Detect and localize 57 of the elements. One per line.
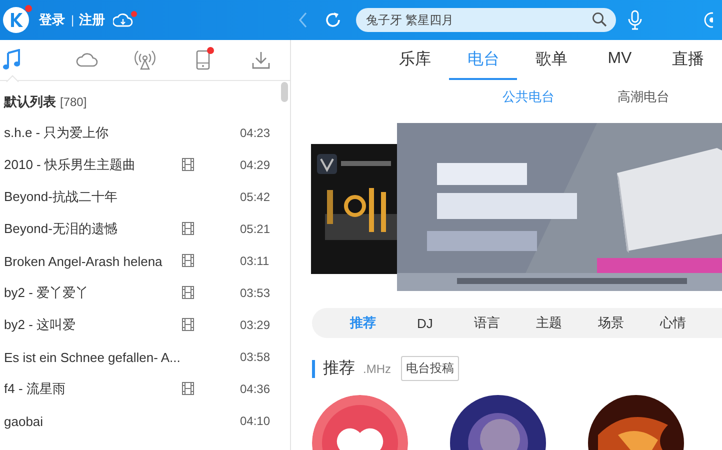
search-field[interactable]: 兔子牙 繁星四月 bbox=[356, 8, 616, 32]
song-title[interactable]: gaobai bbox=[4, 414, 182, 428]
refresh-icon[interactable] bbox=[324, 11, 342, 29]
song-title[interactable]: Broken Angel-Arash helena bbox=[4, 254, 182, 268]
song-duration: 03:11 bbox=[240, 254, 270, 268]
song-title[interactable]: Es ist ein Schnee gefallen- A... bbox=[4, 350, 182, 364]
song-duration: 05:42 bbox=[240, 190, 270, 204]
song-title[interactable]: Beyond-无泪的遗憾 bbox=[4, 220, 182, 238]
film-icon[interactable] bbox=[182, 382, 194, 395]
song-duration: 03:29 bbox=[240, 318, 270, 332]
submit-button[interactable]: 电台投稿 bbox=[401, 356, 459, 381]
music-note-icon bbox=[2, 49, 22, 71]
separator: | bbox=[71, 13, 74, 27]
playlist-title: 默认列表 bbox=[4, 93, 56, 111]
category-tab[interactable]: 心情 bbox=[642, 314, 704, 332]
song-count: [780] bbox=[60, 95, 87, 109]
song-duration: 03:53 bbox=[240, 286, 270, 300]
nav-tab[interactable]: 直播 bbox=[654, 40, 722, 80]
download-icon bbox=[251, 50, 271, 70]
sub-tab[interactable]: 高潮电台 bbox=[586, 88, 701, 106]
cloud-icon bbox=[76, 53, 98, 67]
nav-tab[interactable]: 歌单 bbox=[517, 40, 586, 80]
song-duration: 04:29 bbox=[240, 158, 270, 172]
song-duration: 04:10 bbox=[240, 414, 270, 428]
song-duration: 05:21 bbox=[240, 222, 270, 236]
section-subtitle: .MHz bbox=[363, 362, 391, 376]
nav-tab[interactable]: 乐库 bbox=[381, 40, 450, 80]
section-title: 推荐 bbox=[323, 358, 355, 379]
logo-icon[interactable] bbox=[3, 7, 29, 33]
record-icon[interactable] bbox=[704, 12, 714, 28]
search-icon[interactable] bbox=[592, 12, 608, 27]
song-title[interactable]: f4 - 流星雨 bbox=[4, 380, 182, 398]
category-tab[interactable]: 主题 bbox=[518, 314, 580, 332]
film-icon[interactable] bbox=[182, 286, 194, 299]
song-title[interactable]: s.h.e - 只为爱上你 bbox=[4, 124, 182, 142]
song-duration: 04:36 bbox=[240, 382, 270, 396]
song-duration: 04:23 bbox=[240, 126, 270, 140]
song-title[interactable]: Beyond-抗战二十年 bbox=[4, 188, 182, 206]
login-link[interactable]: 登录 bbox=[39, 11, 65, 29]
film-icon[interactable] bbox=[182, 158, 194, 171]
song-duration: 03:58 bbox=[240, 350, 270, 364]
category-tab[interactable]: DJ bbox=[394, 316, 456, 330]
radio-tower-icon bbox=[134, 50, 156, 70]
register-link[interactable]: 注册 bbox=[79, 11, 106, 29]
film-icon[interactable] bbox=[182, 222, 194, 235]
cloud-sync-icon[interactable] bbox=[113, 13, 134, 27]
film-icon[interactable] bbox=[182, 318, 194, 331]
song-title[interactable]: by2 - 爱丫爱丫 bbox=[4, 284, 182, 302]
category-tab[interactable]: 语言 bbox=[456, 314, 518, 332]
film-icon[interactable] bbox=[182, 254, 194, 267]
phone-icon bbox=[196, 50, 210, 70]
song-title[interactable]: 2010 - 快乐男生主题曲 bbox=[4, 156, 182, 174]
nav-tab[interactable]: MV bbox=[586, 40, 654, 80]
scrollbar[interactable] bbox=[281, 82, 288, 102]
category-tab[interactable]: 场景 bbox=[580, 314, 642, 332]
song-title[interactable]: by2 - 这叫爱 bbox=[4, 316, 182, 334]
microphone-icon[interactable] bbox=[628, 10, 642, 30]
